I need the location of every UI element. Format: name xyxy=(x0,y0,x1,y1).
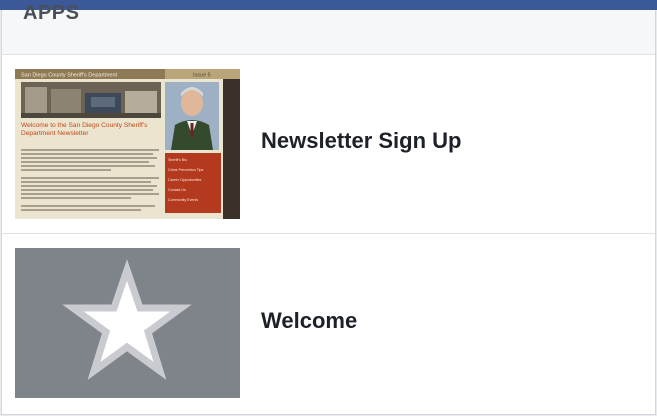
top-nav-bar xyxy=(0,0,657,10)
section-title: APPS xyxy=(23,2,80,24)
newsletter-headline: Welcome to the San Diego County Sheriff'… xyxy=(21,122,148,137)
newsletter-side-link: Sheriff's Bio xyxy=(168,158,187,162)
newsletter-side-link: Crime Prevention Tips xyxy=(168,168,204,172)
app-item-welcome[interactable]: Welcome xyxy=(2,233,655,411)
welcome-thumbnail[interactable] xyxy=(15,248,240,398)
newsletter-side-link: Community Events xyxy=(168,198,198,202)
newsletter-side-link: Contact Us xyxy=(168,188,186,192)
newsletter-banner-text: San Diego County Sheriff's Department xyxy=(21,73,117,79)
apps-panel: APPS San Diego County Sheriff's Departme… xyxy=(1,2,656,415)
star-icon xyxy=(15,248,240,398)
newsletter-side-link: Career Opportunities xyxy=(168,178,202,182)
newsletter-thumbnail[interactable]: San Diego County Sheriff's Department Is… xyxy=(15,69,240,219)
newsletter-issue-text: Issue 5 xyxy=(193,73,211,79)
welcome-link[interactable]: Welcome xyxy=(261,308,357,334)
newsletter-signup-link[interactable]: Newsletter Sign Up xyxy=(261,128,461,154)
section-header: APPS xyxy=(2,2,655,55)
app-item-newsletter[interactable]: San Diego County Sheriff's Department Is… xyxy=(2,55,655,232)
newsletter-thumbnail-image: San Diego County Sheriff's Department Is… xyxy=(15,69,240,219)
